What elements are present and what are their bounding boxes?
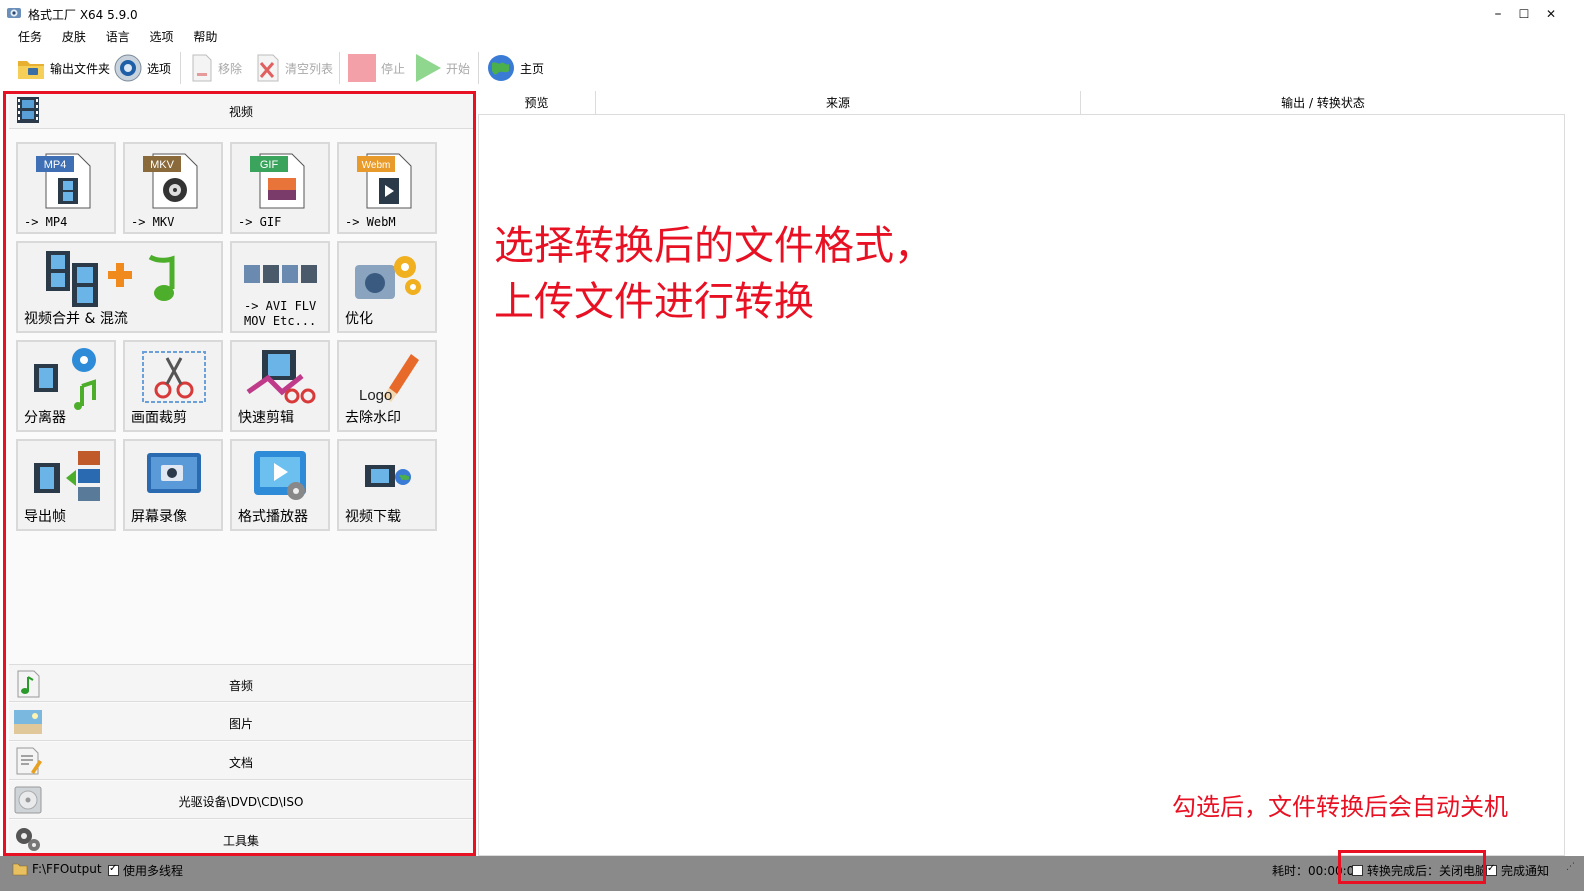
menu-task[interactable]: 任务 — [18, 28, 42, 46]
highlight-frame-shutdown — [1338, 850, 1486, 884]
home-label: 主页 — [520, 61, 545, 76]
stop-button[interactable]: 停止 — [347, 50, 405, 86]
notify-label: 完成通知 — [1501, 864, 1550, 878]
checkbox-checked-icon — [108, 863, 119, 876]
start-label: 开始 — [446, 61, 471, 76]
column-preview[interactable]: 预览 — [478, 91, 596, 115]
instruction-annotation: 选择转换后的文件格式， 上传文件进行转换 — [494, 218, 934, 330]
clear-list-icon — [257, 54, 279, 82]
task-list-area[interactable] — [478, 91, 1565, 856]
remove-label: 移除 — [218, 61, 243, 76]
toolbar-separator — [478, 52, 479, 84]
close-button[interactable]: ✕ — [1538, 0, 1564, 28]
shutdown-annotation: 勾选后，文件转换后会自动关机 — [1172, 793, 1508, 821]
globe-icon — [488, 55, 514, 81]
output-path: F:\FFOutput — [32, 862, 102, 876]
instruction-line-1: 选择转换后的文件格式， — [494, 223, 934, 269]
instruction-line-2: 上传文件进行转换 — [494, 279, 814, 325]
home-button[interactable]: 主页 — [486, 50, 544, 86]
app-logo-icon — [7, 8, 21, 18]
title-bar: 格式工厂 X64 5.9.0 – ☐ ✕ — [0, 0, 1584, 28]
toolbar-separator — [180, 52, 181, 84]
folder-icon — [18, 61, 44, 79]
output-path-link[interactable]: F:\FFOutput — [12, 862, 102, 876]
resize-grip-icon[interactable]: ⋰ — [1566, 862, 1575, 872]
multithread-checkbox[interactable]: 使用多线程 — [108, 862, 183, 879]
options-gear-icon — [114, 54, 142, 82]
checkbox-checked-icon — [1486, 863, 1497, 876]
window-title: 格式工厂 X64 5.9.0 — [28, 8, 138, 22]
menu-options[interactable]: 选项 — [150, 28, 174, 46]
remove-file-icon — [192, 54, 212, 82]
column-source[interactable]: 来源 — [596, 91, 1081, 115]
stop-icon — [348, 54, 376, 82]
stop-label: 停止 — [381, 61, 406, 76]
highlight-frame-left — [3, 91, 476, 856]
task-list-header: 预览 来源 输出 / 转换状态 — [478, 91, 1565, 115]
play-icon — [416, 54, 441, 82]
menu-bar: 任务 皮肤 语言 选项 帮助 — [0, 28, 1584, 48]
menu-help[interactable]: 帮助 — [193, 28, 217, 46]
toolbar: 输出文件夹 选项 移除 清空列表 停止 开始 主页 — [0, 48, 1584, 88]
options-label: 选项 — [147, 61, 172, 76]
options-button[interactable]: 选项 — [113, 50, 171, 86]
clear-list-label: 清空列表 — [285, 61, 334, 76]
start-button[interactable]: 开始 — [414, 50, 470, 86]
notify-on-complete-checkbox[interactable]: 完成通知 — [1486, 862, 1549, 879]
clear-list-button[interactable]: 清空列表 — [255, 50, 333, 86]
maximize-button[interactable]: ☐ — [1511, 0, 1537, 28]
folder-small-icon — [12, 863, 28, 876]
minimize-button[interactable]: – — [1485, 0, 1511, 28]
remove-button[interactable]: 移除 — [190, 50, 242, 86]
menu-skin[interactable]: 皮肤 — [62, 28, 86, 46]
output-folder-button[interactable]: 输出文件夹 — [16, 50, 110, 86]
multithread-label: 使用多线程 — [123, 864, 184, 878]
output-folder-label: 输出文件夹 — [50, 61, 111, 76]
toolbar-separator — [339, 52, 340, 84]
menu-language[interactable]: 语言 — [106, 28, 130, 46]
column-output-status[interactable]: 输出 / 转换状态 — [1081, 91, 1565, 115]
